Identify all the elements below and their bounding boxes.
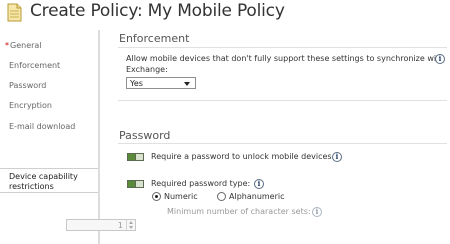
sidebar-item-email-download[interactable]: E-mail download bbox=[9, 122, 75, 131]
section-divider bbox=[118, 100, 447, 101]
sidebar-item-label-line1: Device capability bbox=[9, 172, 78, 181]
sidebar-item-device-capability-restrictions[interactable]: Device capability restrictions bbox=[0, 168, 98, 193]
section-divider bbox=[118, 143, 447, 144]
required-type-toggle[interactable] bbox=[127, 180, 144, 188]
sidebar-item-password[interactable]: Password bbox=[9, 81, 46, 90]
min-char-sets-stepper[interactable]: 1 bbox=[66, 219, 136, 231]
info-icon[interactable]: i bbox=[332, 152, 342, 162]
password-heading: Password bbox=[119, 129, 171, 142]
sidebar: *General Enforcement Password Encryption… bbox=[0, 30, 98, 244]
window-header: Create Policy: My Mobile Policy bbox=[0, 0, 450, 26]
numeric-radio[interactable] bbox=[152, 192, 161, 201]
sidebar-item-encryption[interactable]: Encryption bbox=[9, 101, 52, 110]
alphanumeric-label: Alphanumeric bbox=[229, 192, 285, 201]
require-password-label: Require a password to unlock mobile devi… bbox=[151, 152, 335, 161]
info-icon[interactable]: i bbox=[254, 179, 264, 189]
document-icon bbox=[7, 3, 22, 22]
sidebar-item-label-line2: restrictions bbox=[9, 182, 54, 191]
info-icon[interactable]: i bbox=[312, 207, 322, 217]
chevron-up-icon bbox=[129, 221, 133, 224]
required-type-label: Required password type: bbox=[151, 179, 251, 188]
sidebar-item-general[interactable]: *General bbox=[5, 41, 42, 50]
enforcement-dropdown[interactable]: Yes bbox=[126, 77, 196, 89]
enforcement-description-cont: Exchange: bbox=[126, 65, 168, 74]
sidebar-item-label: General bbox=[10, 41, 42, 50]
main-content: Enforcement Allow mobile devices that do… bbox=[100, 30, 450, 244]
dropdown-value: Yes bbox=[130, 79, 143, 88]
chevron-down-icon bbox=[184, 82, 190, 86]
required-mark: * bbox=[5, 41, 9, 50]
page-title: Create Policy: My Mobile Policy bbox=[30, 1, 285, 21]
alphanumeric-radio[interactable] bbox=[217, 192, 226, 201]
stepper-arrows[interactable] bbox=[126, 220, 135, 230]
min-char-sets-label: Minimum number of character sets: bbox=[167, 207, 311, 216]
require-password-toggle[interactable] bbox=[127, 153, 144, 161]
enforcement-heading: Enforcement bbox=[119, 32, 190, 45]
stepper-value: 1 bbox=[117, 221, 123, 230]
sidebar-item-enforcement[interactable]: Enforcement bbox=[9, 61, 60, 70]
enforcement-description: Allow mobile devices that don't fully su… bbox=[126, 54, 445, 63]
info-icon[interactable]: i bbox=[435, 54, 445, 64]
section-divider bbox=[118, 47, 447, 48]
numeric-label: Numeric bbox=[164, 192, 198, 201]
chevron-down-icon bbox=[129, 226, 133, 229]
